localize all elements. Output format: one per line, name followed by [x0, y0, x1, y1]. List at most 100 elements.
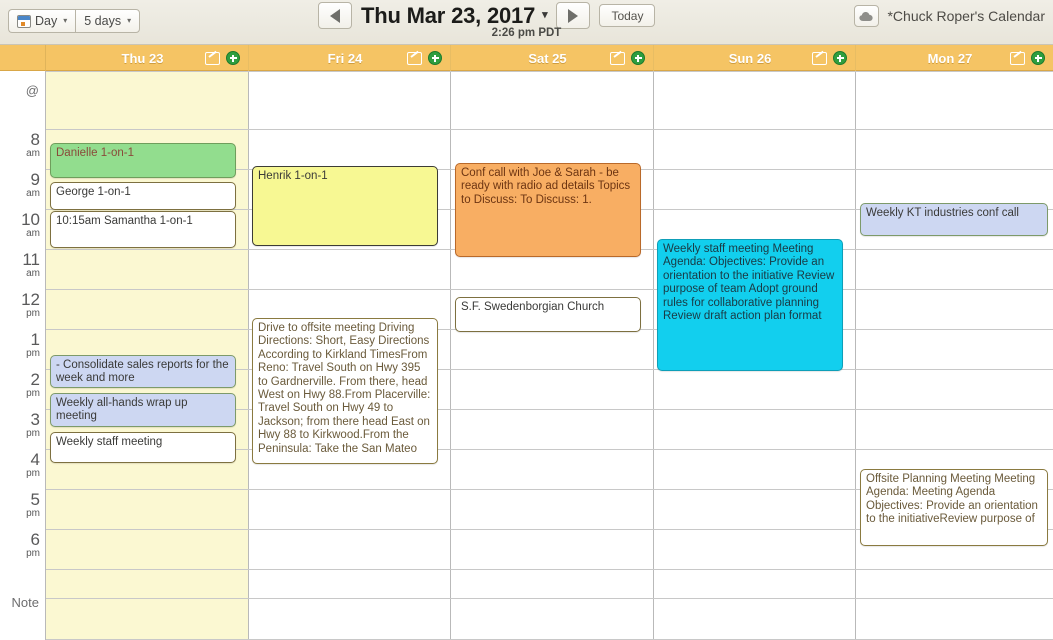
day-column-sat[interactable]	[451, 71, 654, 640]
chevron-left-icon	[330, 8, 340, 23]
day-header-sat[interactable]: Sat 25	[451, 45, 654, 71]
event-henrik-1on1[interactable]: Henrik 1-on-1	[252, 166, 438, 246]
view-day-label: Day	[35, 14, 58, 28]
hour-label-11am: 11 am	[22, 251, 40, 279]
day-header-mon[interactable]: Mon 27	[856, 45, 1053, 71]
grid-line	[46, 129, 1053, 130]
add-event-icon[interactable]	[226, 51, 240, 65]
day-header-sun[interactable]: Sun 26	[654, 45, 856, 71]
hour-label-3pm: 3 pm	[26, 411, 40, 439]
note-row-label: Note	[11, 595, 39, 610]
hour-label-6pm: 6 pm	[26, 531, 40, 559]
day-header-label: Sun 26	[728, 50, 772, 66]
event-weekly-kt-industries-conf-call[interactable]: Weekly KT industries conf call	[860, 203, 1048, 236]
edit-note-icon[interactable]	[1010, 51, 1025, 65]
hour-label-10am: 10 am	[21, 211, 40, 239]
add-event-icon[interactable]	[1031, 51, 1045, 65]
add-event-icon[interactable]	[631, 51, 645, 65]
day-header-label: Thu 23	[121, 50, 164, 66]
hour-suffix: pm	[26, 348, 40, 359]
day-header-label: Mon 27	[927, 50, 973, 66]
hour-label-5pm: 5 pm	[26, 491, 40, 519]
account-name[interactable]: *Chuck Roper's Calendar	[887, 8, 1045, 24]
today-button[interactable]: Today	[599, 4, 656, 27]
hour-label-12pm: 12 pm	[21, 291, 40, 319]
add-event-icon[interactable]	[428, 51, 442, 65]
chevron-down-icon: ▾	[127, 16, 132, 25]
event-weekly-staff-meeting-sun[interactable]: Weekly staff meeting Meeting Agenda: Obj…	[657, 239, 843, 371]
event-offsite-planning-meeting[interactable]: Offsite Planning Meeting Meeting Agenda:…	[860, 469, 1048, 546]
hour-suffix: pm	[26, 428, 40, 439]
event-sf-swedenborgian-church[interactable]: S.F. Swedenborgian Church	[455, 297, 641, 332]
hour-label-1pm: 1 pm	[26, 331, 40, 359]
add-event-icon[interactable]	[833, 51, 847, 65]
hour-number: 9	[30, 170, 40, 189]
chevron-down-icon: ▾	[542, 9, 548, 21]
hour-number: 6	[30, 530, 40, 549]
hour-suffix: am	[26, 228, 40, 239]
grid-line	[46, 71, 1053, 72]
next-day-button[interactable]	[556, 2, 591, 29]
all-day-label: @	[25, 83, 39, 98]
hour-label-9am: 9 am	[26, 171, 40, 199]
day-header-label: Fri 24	[327, 50, 363, 66]
grid-line	[46, 569, 1053, 570]
cloud-icon	[859, 11, 874, 21]
hour-label-4pm: 4 pm	[26, 451, 40, 479]
day-header-row: Thu 23 Fri 24 Sat 25 Sun 26 Mon 27	[0, 45, 1053, 71]
edit-note-icon[interactable]	[205, 51, 220, 65]
day-header-actions	[205, 51, 248, 65]
chevron-down-icon: ▾	[63, 16, 68, 25]
event-conf-call-joe-sarah[interactable]: Conf call with Joe & Sarah - be ready wi…	[455, 163, 641, 257]
event-george-1on1[interactable]: George 1-on-1	[50, 182, 236, 210]
event-drive-to-offsite-meeting[interactable]: Drive to offsite meeting Driving Directi…	[252, 318, 438, 464]
hour-label-2pm: 2 pm	[26, 371, 40, 399]
sync-cloud-button[interactable]	[854, 5, 880, 27]
hour-suffix: pm	[26, 508, 40, 519]
hour-suffix: am	[26, 148, 40, 159]
current-time-zone: 2:26 pm PDT	[491, 27, 562, 39]
time-gutter: @ 8 am 9 am 10 am 11 am 12 pm 1 pm 2 pm …	[0, 71, 46, 640]
hour-label-8am: 8 am	[26, 131, 40, 159]
hour-number: 11	[22, 250, 40, 269]
account-area: *Chuck Roper's Calendar	[854, 5, 1045, 27]
current-date-text: Thu Mar 23, 2017	[361, 2, 536, 28]
hour-number: 2	[30, 370, 40, 389]
event-weekly-staff-meeting-thu[interactable]: Weekly staff meeting	[50, 432, 236, 463]
hour-number: 1	[30, 330, 40, 349]
day-header-thu[interactable]: Thu 23	[46, 45, 249, 71]
hour-number: 5	[30, 490, 40, 509]
day-column-mon[interactable]	[856, 71, 1053, 640]
hour-number: 4	[30, 450, 40, 469]
date-navigation: Thu Mar 23, 2017 ▾ Today	[318, 2, 656, 29]
day-header-label: Sat 25	[528, 50, 567, 66]
hour-suffix: am	[26, 188, 40, 199]
day-header-gutter	[0, 45, 46, 71]
previous-day-button[interactable]	[318, 2, 352, 29]
edit-note-icon[interactable]	[812, 51, 827, 65]
edit-note-icon[interactable]	[610, 51, 625, 65]
day-header-fri[interactable]: Fri 24	[249, 45, 451, 71]
event-danielle-1on1[interactable]: Danielle 1-on-1	[50, 143, 236, 178]
hour-suffix: am	[26, 268, 40, 279]
hour-suffix: pm	[26, 548, 40, 559]
view-range-label: 5 days	[84, 14, 122, 28]
event-consolidate-sales-reports[interactable]: - Consolidate sales reports for the week…	[50, 355, 236, 388]
hour-number: 12	[21, 290, 40, 309]
edit-note-icon[interactable]	[407, 51, 422, 65]
calendar-grid: @ 8 am 9 am 10 am 11 am 12 pm 1 pm 2 pm …	[0, 71, 1053, 640]
hour-suffix: pm	[26, 468, 40, 479]
chevron-right-icon	[568, 8, 579, 23]
grid-line	[46, 289, 1053, 290]
day-header-actions	[812, 51, 855, 65]
today-label: Today	[611, 8, 644, 23]
event-samantha-1on1[interactable]: 10:15am Samantha 1-on-1	[50, 211, 236, 248]
hour-suffix: pm	[26, 308, 40, 319]
grid-line	[46, 598, 1053, 599]
hour-number: 3	[30, 410, 40, 429]
event-weekly-all-hands-wrap-up[interactable]: Weekly all-hands wrap up meeting	[50, 393, 236, 427]
day-header-actions	[407, 51, 450, 65]
hour-number: 10	[21, 210, 40, 229]
hour-number: 8	[30, 130, 40, 149]
current-date-title[interactable]: Thu Mar 23, 2017 ▾	[361, 2, 548, 29]
